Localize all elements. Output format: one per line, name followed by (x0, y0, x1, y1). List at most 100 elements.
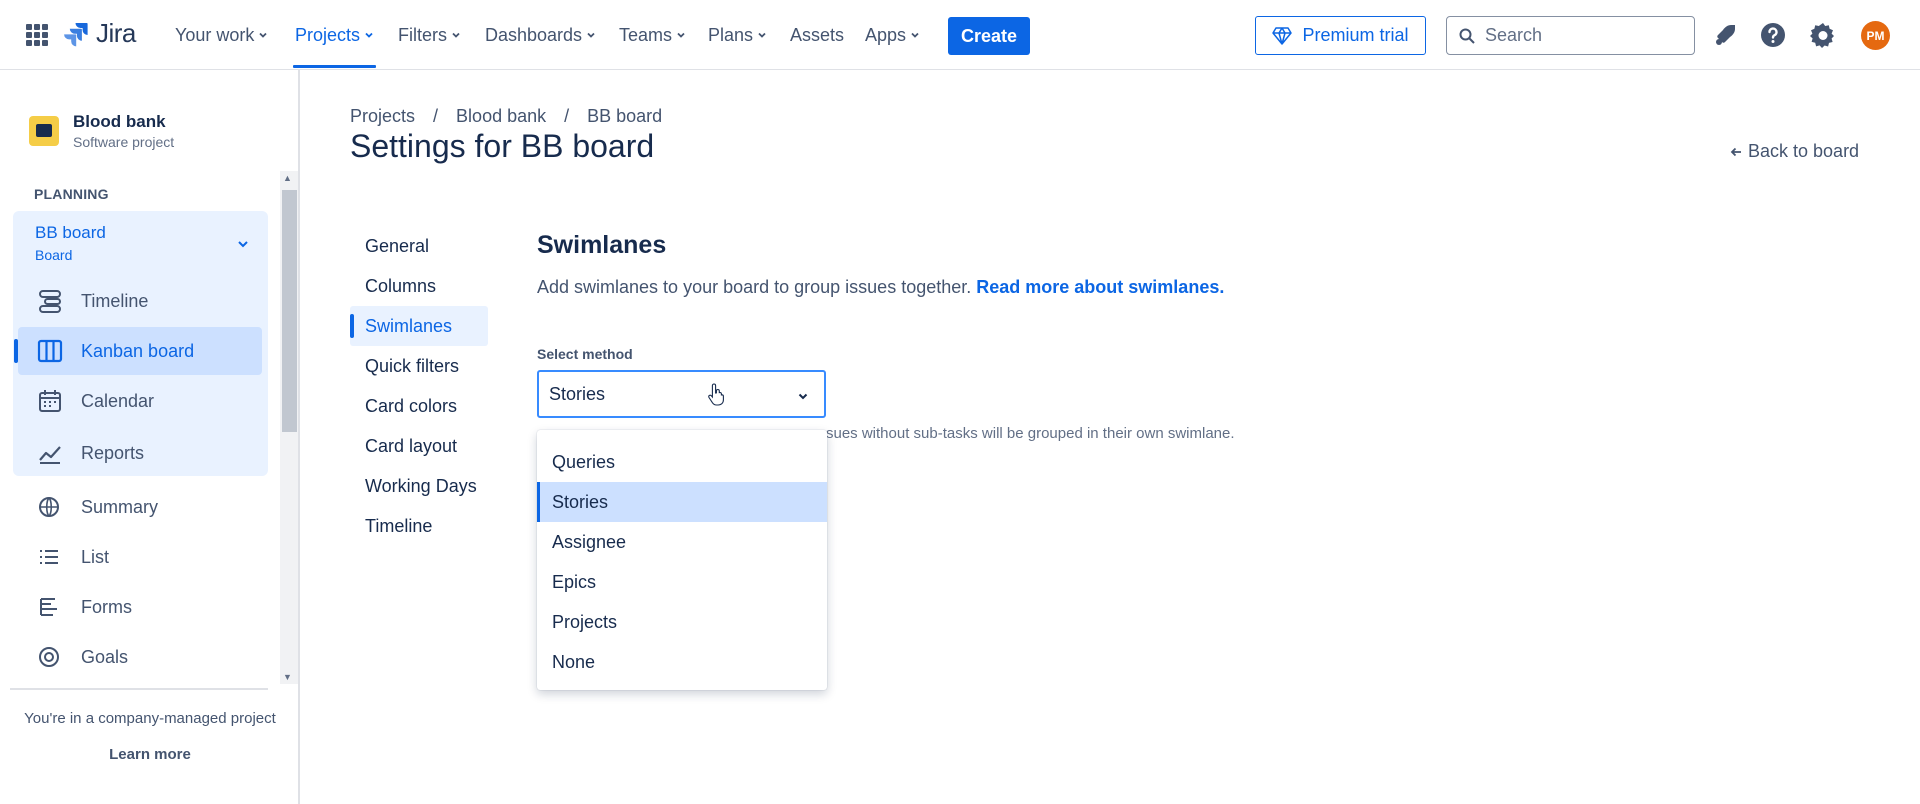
back-to-board-link[interactable]: Back to board (1730, 141, 1859, 162)
settings-tab-quick-filters[interactable]: Quick filters (350, 346, 488, 386)
board-type: Board (35, 247, 73, 263)
sidebar-item-kanban-board[interactable]: Kanban board (14, 327, 262, 375)
breadcrumb-separator: / (433, 106, 439, 126)
chevron-down-icon (758, 32, 766, 38)
selected-value: Stories (549, 383, 606, 404)
breadcrumb-projects[interactable]: Projects (350, 106, 415, 127)
settings-tab-card-colors[interactable]: Card colors (350, 386, 488, 426)
chevron-down-icon (259, 32, 268, 38)
chevron-down-icon[interactable] (236, 237, 250, 251)
settings-tab-card-layout[interactable]: Card layout (350, 426, 488, 466)
planning-section-label: PLANNING (34, 186, 109, 202)
nav-dashboards-label: Dashboards (485, 24, 583, 45)
sidebar-item-label: Summary (81, 496, 159, 517)
sidebar-item-label: Forms (81, 596, 132, 617)
board-icon (37, 339, 63, 363)
globe-icon (39, 497, 59, 517)
option-queries[interactable]: Queries (537, 442, 827, 482)
nav-plans[interactable]: Plans (708, 24, 767, 46)
option-stories[interactable]: Stories (537, 482, 827, 522)
chevron-down-icon (677, 32, 685, 38)
nav-your-work-label: Your work (175, 24, 255, 45)
reports-icon (39, 446, 61, 464)
method-dropdown-menu: Queries Stories Assignee Epics Projects … (537, 430, 827, 690)
scroll-up-icon[interactable]: ▲ (283, 173, 292, 183)
user-avatar[interactable]: PM (1861, 21, 1890, 50)
top-navigation: Jira Your work Projects Filters Dashboar… (0, 0, 1920, 70)
sidebar-item-timeline[interactable]: Timeline (13, 277, 268, 325)
breadcrumb: Projects / Blood bank / BB board (350, 106, 662, 127)
search-input[interactable]: Search (1446, 16, 1695, 55)
chevron-down-icon (587, 32, 595, 38)
read-more-link[interactable]: Read more about swimlanes. (976, 277, 1224, 297)
read-more-link-label: Read more about swimlanes (976, 277, 1220, 297)
project-header[interactable]: Blood bank Software project (29, 112, 174, 150)
learn-more-link[interactable]: Learn more (0, 746, 300, 763)
sidebar-item-calendar[interactable]: Calendar (13, 377, 268, 425)
sidebar-item-label: Goals (81, 646, 129, 667)
chevron-down-icon (798, 393, 808, 400)
nav-teams[interactable]: Teams (619, 24, 686, 46)
sidebar-item-list[interactable]: List (0, 536, 270, 578)
select-method-label: Select method (537, 346, 633, 362)
nav-filters-label: Filters (398, 24, 447, 45)
sidebar-item-label: Timeline (81, 290, 149, 311)
scroll-down-icon[interactable]: ▼ (283, 672, 292, 682)
option-projects[interactable]: Projects (537, 602, 827, 642)
swimlane-method-select[interactable]: Stories (537, 370, 826, 418)
notifications-icon[interactable] (1711, 21, 1739, 49)
page-title: Settings for BB board (350, 128, 655, 164)
sidebar-item-summary[interactable]: Summary (0, 486, 270, 528)
nav-dashboards[interactable]: Dashboards (485, 24, 596, 46)
timeline-icon (39, 290, 61, 313)
chevron-down-icon (452, 32, 460, 38)
jira-logo-text: Jira (96, 18, 136, 48)
nav-your-work[interactable]: Your work (175, 24, 268, 46)
create-button[interactable]: Create (948, 17, 1030, 55)
forms-icon (40, 598, 57, 616)
sidebar-item-label: Calendar (81, 390, 155, 411)
nav-projects[interactable]: Projects (292, 24, 377, 68)
board-name[interactable]: BB board (35, 223, 106, 243)
settings-tab-columns[interactable]: Columns (350, 266, 488, 306)
settings-gear-icon[interactable] (1809, 21, 1837, 49)
sidebar-divider (10, 688, 268, 690)
nav-filters[interactable]: Filters (398, 24, 461, 46)
breadcrumb-bb-board[interactable]: BB board (587, 106, 662, 127)
sidebar-item-reports[interactable]: Reports (13, 429, 268, 477)
nav-teams-label: Teams (619, 24, 673, 45)
settings-tab-swimlanes[interactable]: Swimlanes (350, 306, 488, 346)
jira-logo-icon (64, 22, 88, 46)
nav-apps-label: Apps (865, 24, 907, 45)
settings-tab-working-days[interactable]: Working Days (350, 466, 488, 506)
settings-tab-general[interactable]: General (350, 226, 488, 266)
nav-assets-label: Assets (790, 24, 845, 45)
back-to-board-label: Back to board (1748, 141, 1860, 161)
premium-trial-button[interactable]: Premium trial (1255, 16, 1426, 55)
breadcrumb-blood-bank[interactable]: Blood bank (456, 106, 546, 127)
option-none[interactable]: None (537, 642, 827, 682)
project-type: Software project (73, 134, 175, 150)
help-icon[interactable] (1759, 21, 1787, 49)
premium-trial-label: Premium trial (1302, 25, 1409, 45)
nav-assets[interactable]: Assets (790, 24, 844, 46)
option-epics[interactable]: Epics (537, 562, 827, 602)
nav-apps[interactable]: Apps (865, 24, 920, 46)
chevron-down-icon (365, 32, 373, 38)
breadcrumb-separator: / (564, 106, 570, 126)
nav-plans-label: Plans (708, 24, 754, 45)
jira-logo[interactable]: Jira (62, 18, 136, 49)
sidebar-item-forms[interactable]: Forms (0, 586, 270, 628)
settings-nav: General Columns Swimlanes Quick filters … (350, 226, 488, 546)
company-managed-note: You're in a company-managed project (24, 710, 276, 727)
calendar-icon (39, 390, 61, 412)
app-switcher-icon[interactable] (26, 24, 48, 46)
arrow-left-icon (1730, 147, 1741, 156)
diamond-icon (1272, 26, 1293, 45)
option-assignee[interactable]: Assignee (537, 522, 827, 562)
section-title: Swimlanes (537, 231, 667, 259)
sidebar-scrollbar-thumb[interactable] (282, 190, 297, 432)
settings-tab-timeline[interactable]: Timeline (350, 506, 488, 546)
sidebar-item-label: Reports (81, 442, 145, 463)
sidebar-item-goals[interactable]: Goals (0, 636, 270, 678)
